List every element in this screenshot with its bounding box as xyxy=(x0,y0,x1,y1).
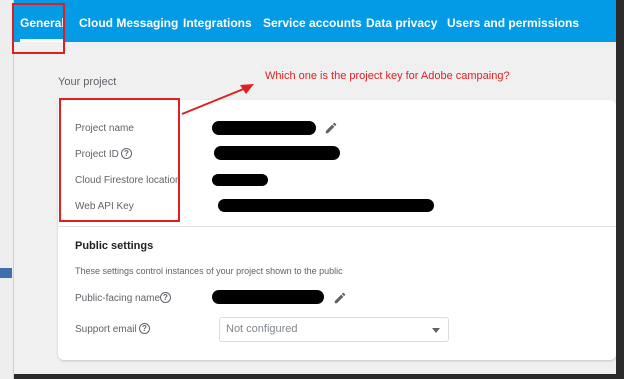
support-email-help-icon[interactable]: ? xyxy=(139,323,150,334)
public-facing-name-label: Public-facing name xyxy=(75,293,161,304)
tab-data-privacy[interactable]: Data privacy xyxy=(366,0,437,42)
project-name-value-redacted xyxy=(212,121,316,135)
public-settings-description: These settings control instances of your… xyxy=(75,266,343,276)
tab-service-accounts[interactable]: Service accounts xyxy=(263,0,362,42)
web-api-key-value-redacted xyxy=(218,199,434,212)
background-window-edge xyxy=(0,0,14,379)
support-email-select-value: Not configured xyxy=(226,323,298,335)
card-divider xyxy=(58,226,616,227)
support-email-label: Support email xyxy=(75,324,137,335)
edit-project-name-icon[interactable] xyxy=(324,121,338,135)
tab-cloud-messaging[interactable]: Cloud Messaging xyxy=(79,0,178,42)
your-project-heading: Your project xyxy=(58,76,117,88)
public-facing-name-help-icon[interactable]: ? xyxy=(160,292,171,303)
public-facing-name-value-redacted xyxy=(212,290,324,304)
window-right-edge xyxy=(616,0,624,379)
annotation-box-general-tab xyxy=(12,3,65,54)
screenshot-frame: General Cloud Messaging Integrations Ser… xyxy=(0,0,624,379)
annotation-box-project-fields xyxy=(59,98,180,222)
public-settings-heading: Public settings xyxy=(75,240,154,252)
tab-integrations[interactable]: Integrations xyxy=(183,0,252,42)
chevron-down-icon xyxy=(432,328,440,333)
support-email-select[interactable]: Not configured xyxy=(219,317,449,342)
firestore-location-value-redacted xyxy=(212,174,268,186)
annotation-question: Which one is the project key for Adobe c… xyxy=(265,70,510,82)
annotation-arrow-icon xyxy=(181,84,254,115)
edit-public-facing-name-icon[interactable] xyxy=(333,291,347,305)
project-id-value-redacted xyxy=(214,146,340,160)
settings-tab-bar: General Cloud Messaging Integrations Ser… xyxy=(14,0,616,42)
tab-users-and-permissions[interactable]: Users and permissions xyxy=(447,0,579,42)
background-chip xyxy=(0,268,12,278)
